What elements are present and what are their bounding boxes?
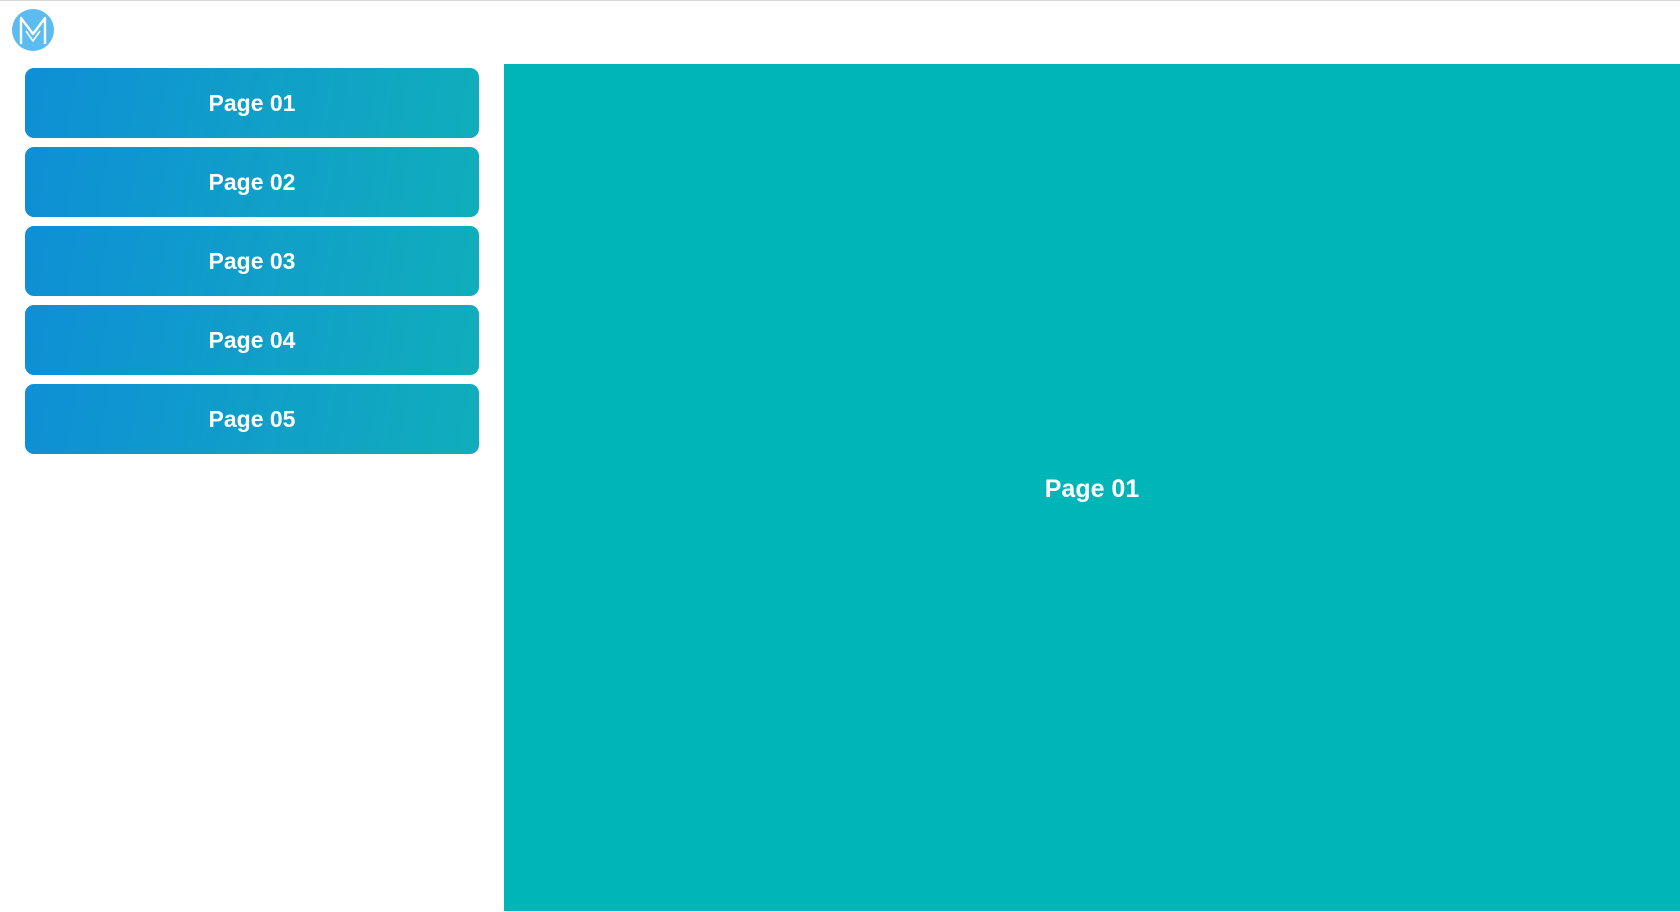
m-logo-icon[interactable] [12, 9, 54, 51]
sidebar-item-page-01[interactable]: Page 01 [25, 68, 479, 138]
sidebar-item-label: Page 02 [208, 168, 296, 195]
content-panel: Page 01 [504, 64, 1680, 912]
sidebar-item-page-03[interactable]: Page 03 [25, 226, 479, 296]
sidebar-item-label: Page 03 [208, 247, 296, 274]
sidebar-item-label: Page 01 [208, 89, 296, 116]
sidebar-item-label: Page 04 [208, 326, 296, 353]
sidebar-nav: Page 01 Page 02 Page 03 Page 04 Page 05 [25, 68, 479, 463]
page-title: Page 01 [1044, 474, 1140, 503]
top-border [0, 0, 1680, 1]
sidebar-item-page-05[interactable]: Page 05 [25, 384, 479, 454]
sidebar-item-label: Page 05 [208, 405, 296, 432]
sidebar-item-page-04[interactable]: Page 04 [25, 305, 479, 375]
logo-glyph [19, 16, 47, 44]
sidebar-item-page-02[interactable]: Page 02 [25, 147, 479, 217]
